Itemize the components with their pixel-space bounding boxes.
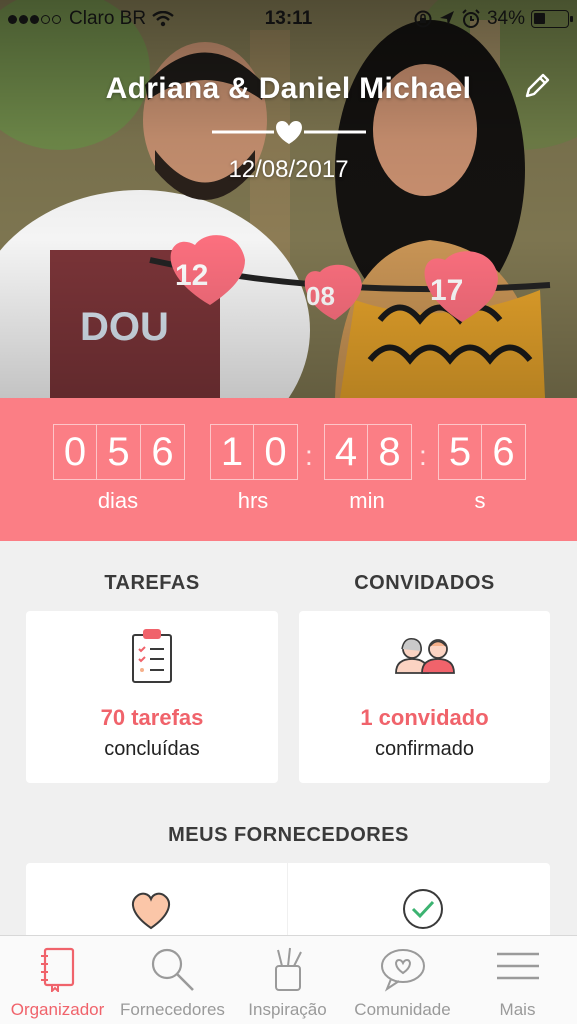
battery-icon	[531, 10, 573, 28]
photo-overlay	[0, 0, 577, 398]
time-separator: :	[305, 440, 313, 471]
time-separator: :	[419, 440, 427, 471]
countdown-panel: 0 5 6 1 0 : 4 8 : 5 6 dias hrs min s	[0, 398, 577, 541]
couple-avatars-icon	[395, 637, 455, 674]
tab-label: Fornecedores	[120, 1000, 225, 1019]
menu-icon	[496, 952, 539, 980]
hours-label: hrs	[237, 488, 269, 513]
notebook-icon	[40, 947, 74, 992]
minutes-digits: 4 8	[324, 424, 412, 480]
search-icon	[151, 948, 194, 991]
guests-title: CONVIDADOS	[354, 572, 495, 594]
tab-label: Inspiração	[248, 1000, 327, 1019]
tab-bar: Organizador Fornecedores Inspiração Comu…	[0, 935, 577, 1024]
heart-icon	[132, 892, 170, 930]
days-digit: 0	[53, 424, 97, 480]
clipboard-checklist-icon	[132, 629, 172, 683]
tab-label: Mais	[499, 1000, 536, 1019]
guests-card[interactable]: 1 convidado confirmado	[299, 611, 550, 783]
battery-level	[534, 13, 545, 24]
pencil-cup-icon	[274, 947, 302, 991]
location-arrow-icon	[439, 11, 454, 26]
hours-digit: 1	[210, 424, 254, 480]
tasks-title: TAREFAS	[104, 572, 200, 594]
couple-names: Adriana & Daniel Michael	[105, 72, 472, 105]
checkmark-circle-icon	[403, 889, 443, 929]
seconds-label: s	[474, 488, 486, 513]
vendors-title: MEUS FORNECEDORES	[168, 824, 409, 846]
tab-comunidade[interactable]: Comunidade	[345, 936, 460, 1024]
heart-divider-icon	[212, 121, 366, 144]
tab-label: Comunidade	[354, 1000, 451, 1019]
alarm-icon	[462, 9, 480, 28]
days-digits: 0 5 6	[53, 424, 185, 480]
minutes-digit: 8	[368, 424, 412, 480]
minutes-label: min	[349, 488, 385, 513]
tab-mais[interactable]: Mais	[460, 936, 575, 1024]
chat-heart-icon	[380, 949, 425, 992]
tasks-status: concluídas	[104, 738, 200, 760]
status-bar: Claro BR 13:11 34%	[0, 0, 577, 38]
screen: DOU 12 08 17	[0, 0, 577, 1024]
minutes-digit: 4	[324, 424, 368, 480]
hours-digit: 0	[254, 424, 298, 480]
hours-digits: 1 0	[210, 424, 298, 480]
tab-label: Organizador	[10, 1000, 105, 1019]
status-icons: 34%	[413, 8, 573, 30]
seconds-digits: 5 6	[438, 424, 526, 480]
seconds-digit: 6	[482, 424, 526, 480]
rotation-lock-icon	[414, 10, 432, 28]
tasks-count: 70 tarefas	[100, 705, 204, 730]
days-digit: 5	[97, 424, 141, 480]
days-label: dias	[97, 488, 139, 513]
tasks-card[interactable]: 70 tarefas concluídas	[26, 611, 278, 783]
tab-organizador[interactable]: Organizador	[0, 936, 115, 1024]
tab-inspiracao[interactable]: Inspiração	[230, 936, 345, 1024]
couple-photo: DOU 12 08 17	[0, 0, 577, 398]
wedding-date: 12/08/2017	[228, 156, 349, 183]
edit-pencil-icon[interactable]	[521, 70, 553, 102]
guests-status: confirmado	[375, 738, 474, 760]
tab-fornecedores[interactable]: Fornecedores	[115, 936, 230, 1024]
guests-count: 1 convidado	[360, 705, 489, 730]
seconds-digit: 5	[438, 424, 482, 480]
days-digit: 6	[141, 424, 185, 480]
battery-percent: 34%	[486, 8, 525, 29]
